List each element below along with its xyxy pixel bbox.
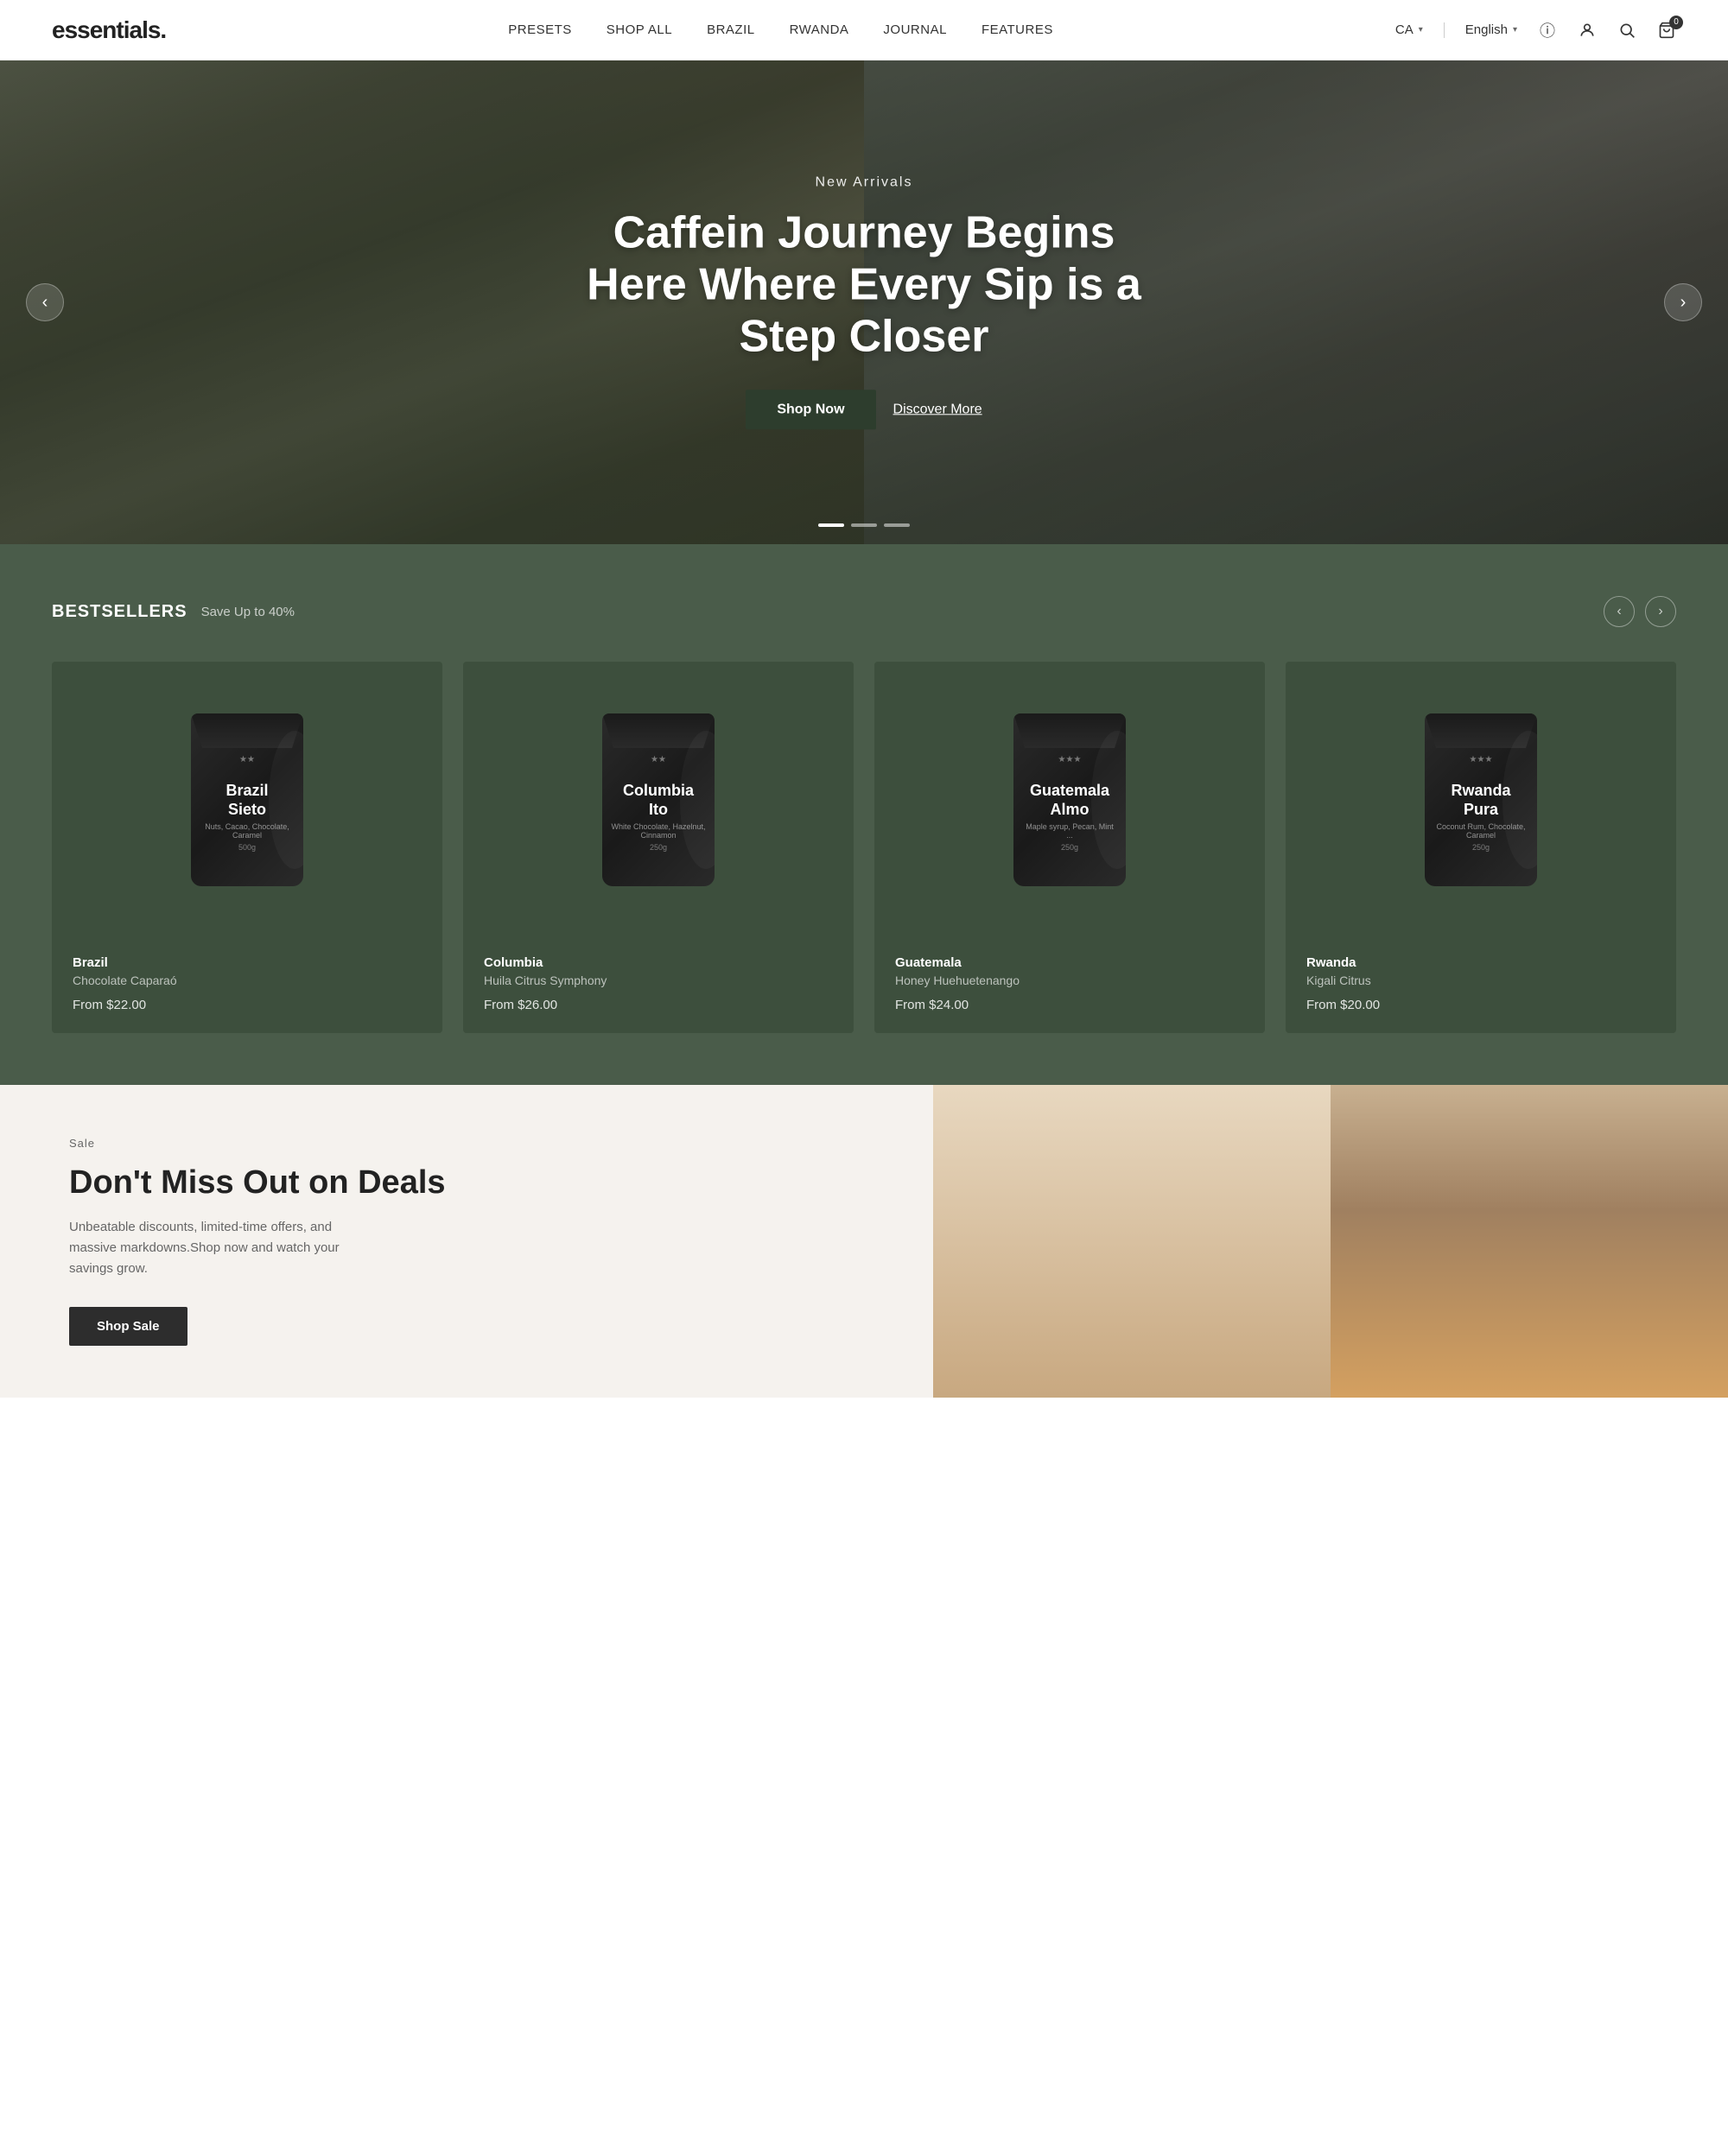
sale-photo-left [933,1085,1331,1398]
product-info-columbia: Columbia Huila Citrus Symphony From $26.… [463,938,854,1033]
product-image-columbia: ★★ ColumbiaIto White Chocolate, Hazelnut… [463,662,854,938]
chevron-down-icon: ▾ [1419,25,1423,35]
sale-description: Unbeatable discounts, limited-time offer… [69,1217,346,1279]
hero-section: ‹ › New Arrivals Caffein Journey Begins … [0,60,1728,544]
product-price-guatemala: From $24.00 [895,998,1244,1012]
shop-now-button[interactable]: Shop Now [746,390,875,430]
account-icon[interactable] [1578,21,1597,40]
product-origin-columbia: Columbia [484,955,833,970]
hero-dot-3[interactable] [884,523,910,527]
nav-item-features[interactable]: FEATURES [982,22,1053,38]
help-icon[interactable]: ⓘ [1538,21,1557,40]
product-stars-rwanda: ★★★ [1470,755,1493,764]
bag-desc-guatemala: Maple syrup, Pecan, Mint ... [1013,822,1126,840]
hero-content: New Arrivals Caffein Journey Begins Here… [562,174,1166,429]
hero-dots [818,523,910,527]
hero-title: Caffein Journey Begins Here Where Every … [562,207,1166,362]
nav-item-journal[interactable]: JOURNAL [883,22,947,38]
product-price-rwanda: From $20.00 [1306,998,1655,1012]
hero-next-button[interactable]: › [1664,283,1702,321]
product-price-brazil: From $22.00 [73,998,422,1012]
bestsellers-header: BESTSELLERS Save Up to 40% ‹ › [52,596,1676,627]
section-title-group: BESTSELLERS Save Up to 40% [52,602,295,622]
product-card-brazil[interactable]: ★★ BrazilSieto Nuts, Cacao, Chocolate, C… [52,662,442,1033]
country-selector[interactable]: CA ▾ [1395,22,1423,37]
product-stars-guatemala: ★★★ [1058,755,1082,764]
nav-item-presets[interactable]: PRESETS [508,22,572,38]
sale-title: Don't Miss Out on Deals [69,1164,864,1203]
nav-item-rwanda[interactable]: RWANDA [790,22,849,38]
product-origin-brazil: Brazil [73,955,422,970]
coffee-bag-brazil: ★★ BrazilSieto Nuts, Cacao, Chocolate, C… [191,713,303,886]
bag-weight-columbia: 250g [650,843,667,852]
product-info-brazil: Brazil Chocolate Caparaó From $22.00 [52,938,442,1033]
product-card-guatemala[interactable]: ★★★ GuatemalaAlmo Maple syrup, Pecan, Mi… [874,662,1265,1033]
coffee-bag-guatemala: ★★★ GuatemalaAlmo Maple syrup, Pecan, Mi… [1013,713,1126,886]
coffee-bag-columbia: ★★ ColumbiaIto White Chocolate, Hazelnut… [602,713,715,886]
bag-desc-brazil: Nuts, Cacao, Chocolate, Caramel [191,822,303,840]
hero-dot-2[interactable] [851,523,877,527]
sale-badge: Sale [69,1137,864,1150]
locale-divider [1444,22,1445,38]
product-card-columbia[interactable]: ★★ ColumbiaIto White Chocolate, Hazelnut… [463,662,854,1033]
sale-photo-right [1331,1085,1728,1398]
language-selector[interactable]: English ▾ [1465,22,1517,37]
bag-weight-guatemala: 250g [1061,843,1078,852]
product-card-rwanda[interactable]: ★★★ RwandaPura Coconut Rum, Chocolate, C… [1286,662,1676,1033]
bag-label-guatemala: GuatemalaAlmo [1021,782,1118,819]
product-price-columbia: From $26.00 [484,998,833,1012]
chevron-down-icon: ▾ [1513,25,1517,35]
products-next-button[interactable]: › [1645,596,1676,627]
bag-weight-brazil: 500g [238,843,256,852]
cart-badge: 0 [1669,16,1683,29]
bestsellers-subtitle: Save Up to 40% [201,605,295,619]
sale-left: Sale Don't Miss Out on Deals Unbeatable … [0,1085,933,1398]
bestsellers-title: BESTSELLERS [52,602,187,622]
hero-buttons: Shop Now Discover More [562,390,1166,430]
site-logo[interactable]: essentials. [52,16,166,44]
nav-item-shop-all[interactable]: SHOP ALL [607,22,672,38]
search-icon[interactable] [1617,21,1636,40]
product-name-guatemala: Honey Huehuetenango [895,973,1244,987]
product-origin-guatemala: Guatemala [895,955,1244,970]
bag-desc-rwanda: Coconut Rum, Chocolate, Caramel [1425,822,1537,840]
nav-menu: PRESETS SHOP ALL BRAZIL RWANDA JOURNAL F… [508,22,1053,38]
sale-right [933,1085,1728,1398]
product-name-rwanda: Kigali Citrus [1306,973,1655,987]
product-image-rwanda: ★★★ RwandaPura Coconut Rum, Chocolate, C… [1286,662,1676,938]
section-nav: ‹ › [1604,596,1676,627]
product-image-guatemala: ★★★ GuatemalaAlmo Maple syrup, Pecan, Mi… [874,662,1265,938]
product-stars-brazil: ★★ [239,755,255,764]
product-info-guatemala: Guatemala Honey Huehuetenango From $24.0… [874,938,1265,1033]
product-origin-rwanda: Rwanda [1306,955,1655,970]
products-grid: ★★ BrazilSieto Nuts, Cacao, Chocolate, C… [52,662,1676,1033]
product-image-brazil: ★★ BrazilSieto Nuts, Cacao, Chocolate, C… [52,662,442,938]
product-name-brazil: Chocolate Caparaó [73,973,422,987]
product-info-rwanda: Rwanda Kigali Citrus From $20.00 [1286,938,1676,1033]
product-stars-columbia: ★★ [651,755,666,764]
sale-section: Sale Don't Miss Out on Deals Unbeatable … [0,1085,1728,1398]
sale-photo [933,1085,1728,1398]
bag-weight-rwanda: 250g [1472,843,1490,852]
bag-label-rwanda: RwandaPura [1442,782,1519,819]
bag-label-columbia: ColumbiaIto [614,782,702,819]
nav-item-brazil[interactable]: BRAZIL [707,22,755,38]
cart-icon[interactable]: 0 [1657,21,1676,40]
product-name-columbia: Huila Citrus Symphony [484,973,833,987]
coffee-bag-rwanda: ★★★ RwandaPura Coconut Rum, Chocolate, C… [1425,713,1537,886]
navbar-right: CA ▾ English ▾ ⓘ 0 [1395,21,1676,40]
hero-prev-button[interactable]: ‹ [26,283,64,321]
navbar: essentials. PRESETS SHOP ALL BRAZIL RWAN… [0,0,1728,60]
bag-label-brazil: BrazilSieto [217,782,276,819]
bestsellers-section: BESTSELLERS Save Up to 40% ‹ › ★★ Brazil… [0,544,1728,1085]
shop-sale-button[interactable]: Shop Sale [69,1307,187,1346]
hero-dot-1[interactable] [818,523,844,527]
discover-more-button[interactable]: Discover More [893,403,982,418]
products-prev-button[interactable]: ‹ [1604,596,1635,627]
bag-desc-columbia: White Chocolate, Hazelnut, Cinnamon [602,822,715,840]
hero-subtitle: New Arrivals [562,174,1166,190]
